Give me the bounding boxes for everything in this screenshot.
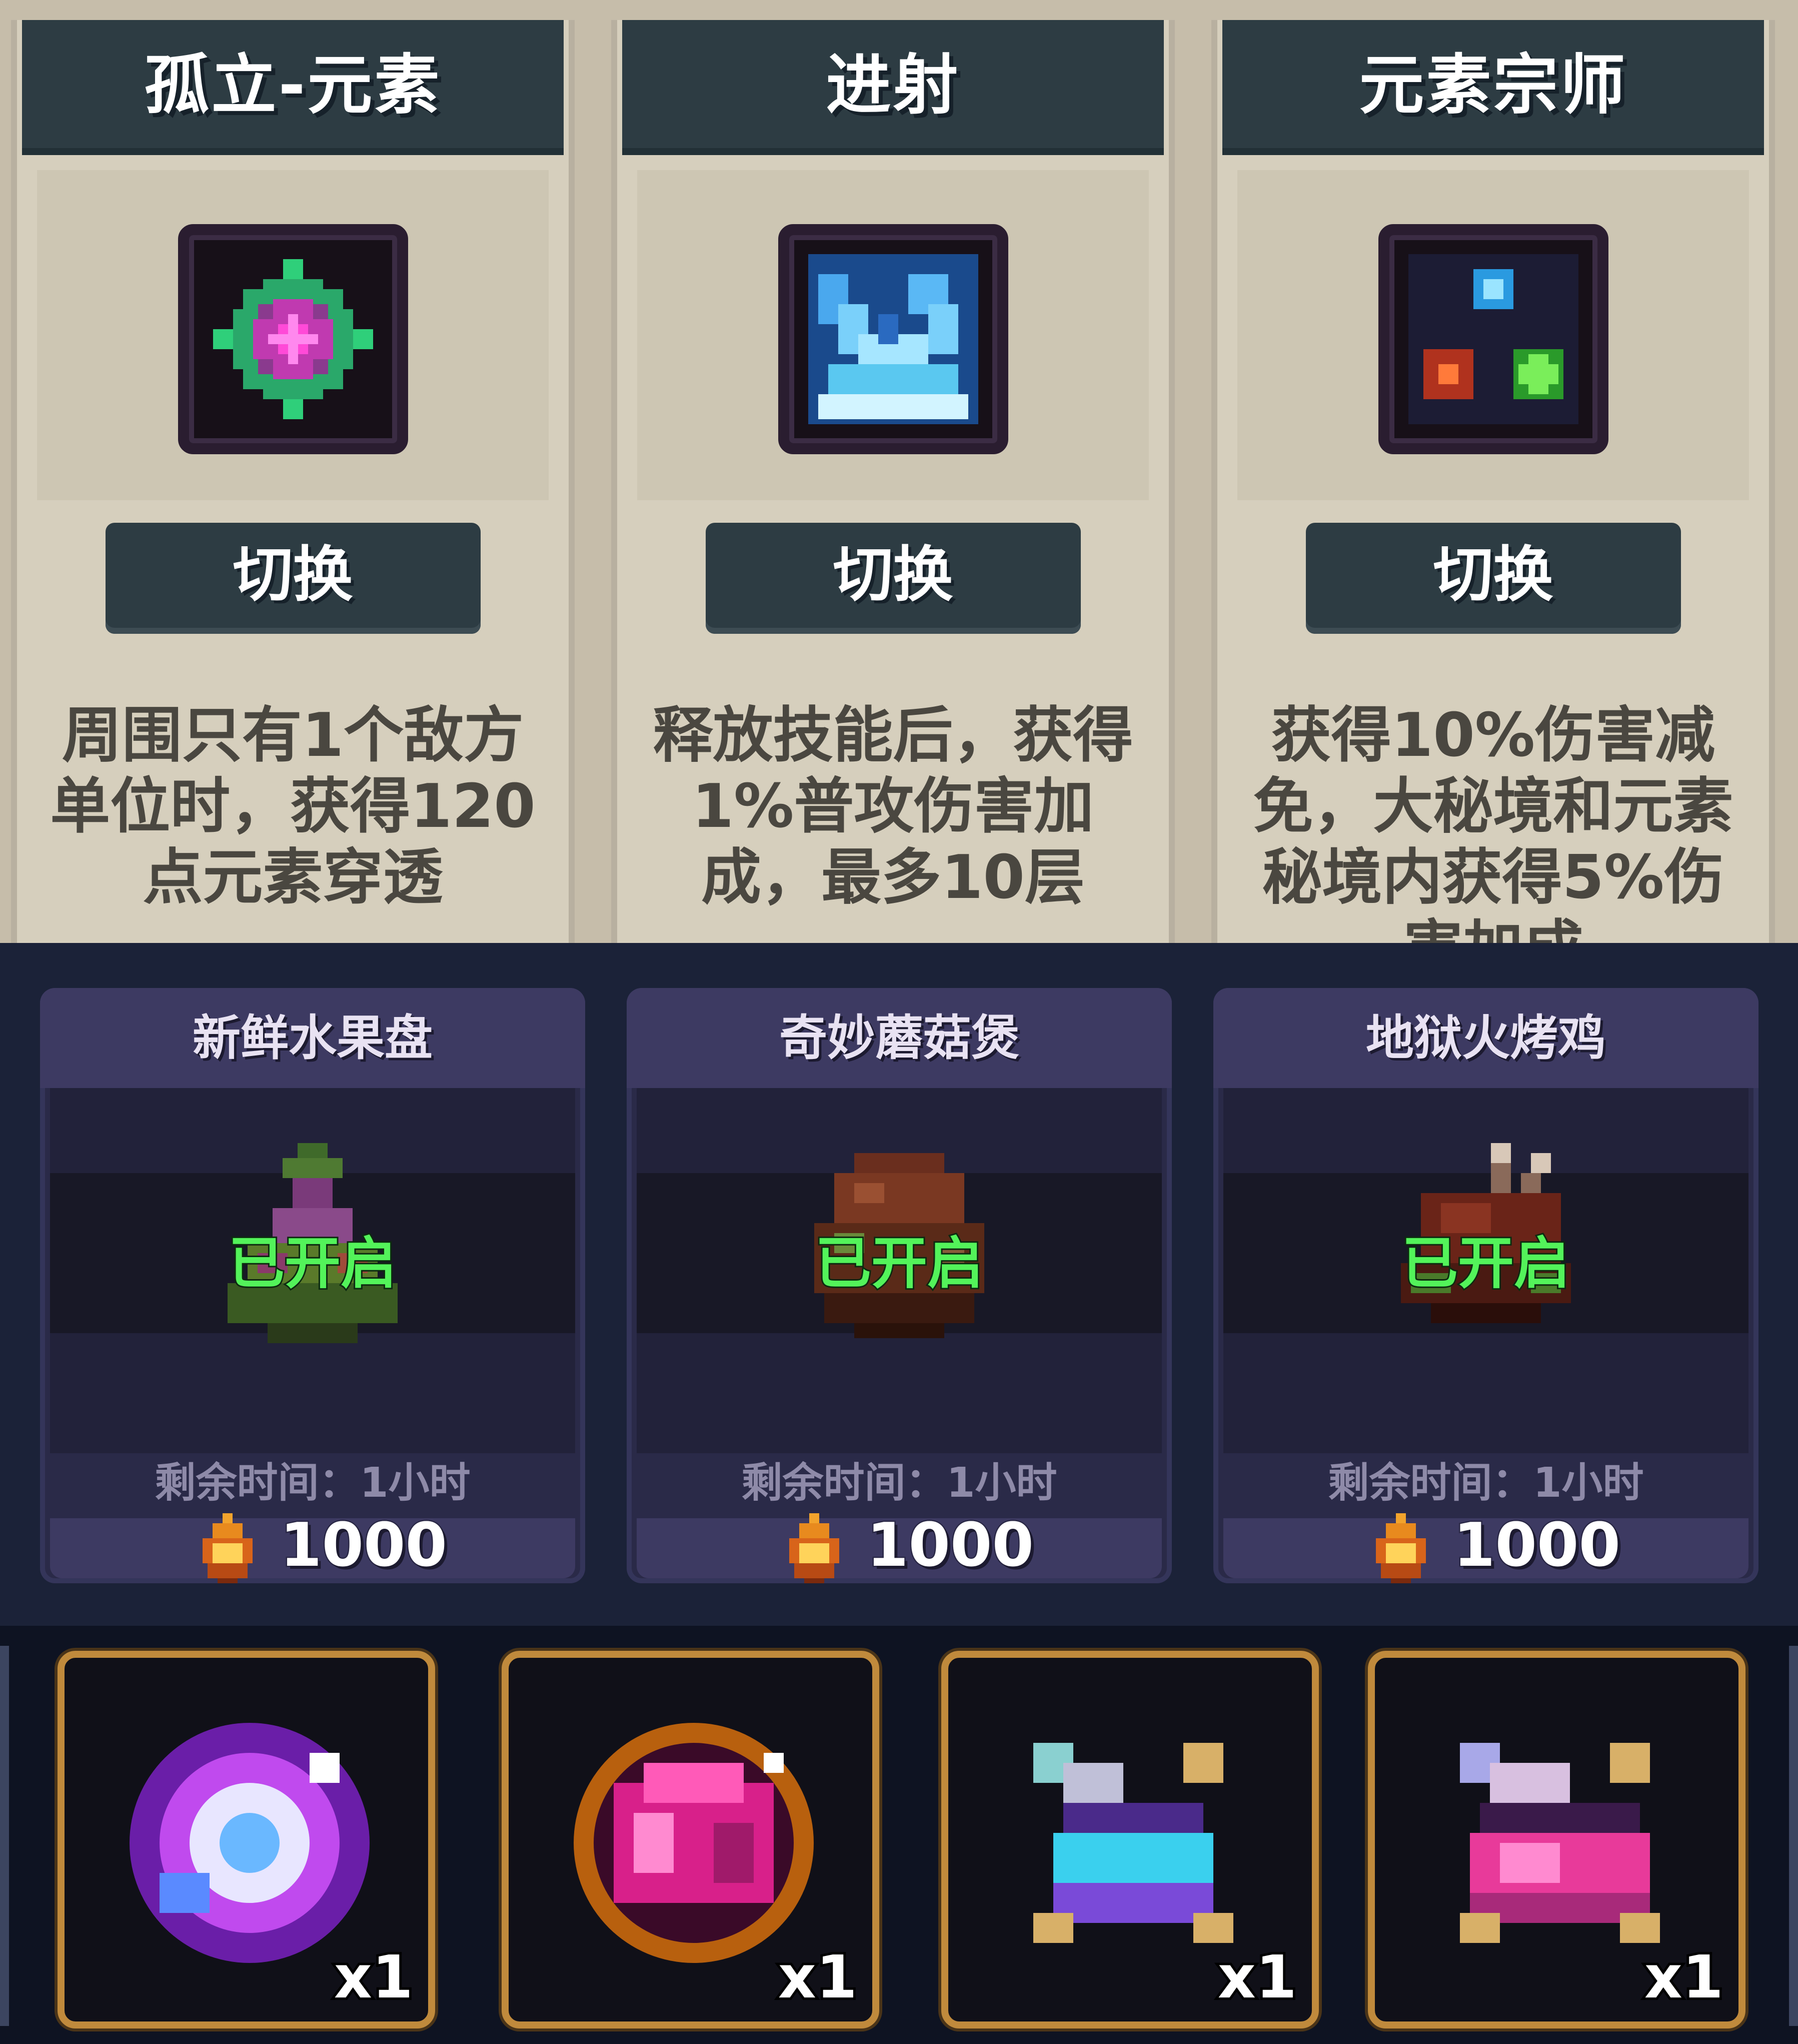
talent-header: 孤立-元素 [22, 20, 564, 155]
talent-icon-well [1237, 170, 1749, 500]
food-price-button[interactable]: 1000 [1223, 1510, 1748, 1583]
talent-title: 进射 [826, 47, 960, 123]
food-header: 奇妙蘑菇煲 [627, 988, 1172, 1088]
food-status: 已开启 [814, 1230, 985, 1298]
splash-shot-icon [778, 224, 1008, 454]
item-bar: x1 x1 x1 x1 [0, 1626, 1798, 2044]
talent-panel: 孤立-元素 切换 周围只有1个敌方单位时，获得120点元素穿透 进射 切换 释放… [0, 0, 1798, 983]
food-price: 1000 [279, 1510, 449, 1582]
talent-header: 元素宗师 [1222, 20, 1764, 155]
purple-orb-icon [130, 1723, 370, 1963]
food-panel: 新鲜水果盘 已开启 剩余时间：1小时 1000 奇妙蘑菇煲 已开启 剩余时间：1… [0, 943, 1798, 1626]
talent-card: 孤立-元素 切换 周围只有1个敌方单位时，获得120点元素穿透 [11, 20, 575, 943]
item-slot[interactable]: x1 [502, 1651, 879, 2028]
item-slot[interactable]: x1 [1368, 1651, 1745, 2028]
switch-label: 切换 [1433, 540, 1553, 610]
food-header: 新鲜水果盘 [40, 988, 585, 1088]
food-title: 奇妙蘑菇煲 [779, 1010, 1019, 1066]
talent-card: 元素宗师 切换 获得10%伤害减免，大秘境和元素秘境内获得5%伤害加成 [1211, 20, 1775, 983]
element-master-icon [1378, 224, 1608, 454]
food-timer: 剩余时间：1小时 [741, 1459, 1057, 1507]
talent-icon-well [37, 170, 549, 500]
element-isolate-icon [178, 224, 408, 454]
pink-crystal-icon [574, 1723, 814, 1963]
food-status: 已开启 [227, 1230, 398, 1298]
food-body: 已开启 [1223, 1088, 1748, 1453]
switch-label: 切换 [833, 540, 953, 610]
food-status: 已开启 [1400, 1230, 1571, 1298]
food-price: 1000 [1452, 1510, 1622, 1582]
food-title: 地狱火烤鸡 [1366, 1010, 1606, 1066]
item-quantity: x1 [1215, 1940, 1299, 2014]
scroll-edge-right [1789, 1646, 1798, 2026]
talent-description: 释放技能后，获得1%普攻伤害加成，最多10层 [653, 701, 1133, 912]
switch-button[interactable]: 切换 [1305, 523, 1681, 634]
scroll-edge-left [0, 1646, 9, 2026]
flame-gem-icon [203, 1513, 253, 1583]
food-price: 1000 [866, 1510, 1035, 1582]
talent-description: 获得10%伤害减免，大秘境和元素秘境内获得5%伤害加成 [1253, 701, 1733, 983]
pink-potion-chest-icon [1460, 1743, 1660, 1943]
food-price-button[interactable]: 1000 [637, 1510, 1162, 1583]
switch-label: 切换 [233, 540, 353, 610]
flame-gem-icon [1376, 1513, 1426, 1583]
item-quantity: x1 [332, 1940, 416, 2014]
food-header: 地狱火烤鸡 [1213, 988, 1758, 1088]
talent-header: 进射 [622, 20, 1164, 155]
blue-potion-chest-icon [1033, 1743, 1233, 1943]
talent-card: 进射 切换 释放技能后，获得1%普攻伤害加成，最多10层 [611, 20, 1175, 943]
switch-button[interactable]: 切换 [705, 523, 1081, 634]
food-card[interactable]: 奇妙蘑菇煲 已开启 剩余时间：1小时 1000 [627, 988, 1172, 1583]
food-price-button[interactable]: 1000 [50, 1510, 575, 1583]
food-timer: 剩余时间：1小时 [1328, 1459, 1644, 1507]
food-body: 已开启 [637, 1088, 1162, 1453]
flame-gem-icon [789, 1513, 839, 1583]
item-quantity: x1 [1642, 1940, 1726, 2014]
item-quantity: x1 [776, 1940, 860, 2014]
item-slot[interactable]: x1 [941, 1651, 1319, 2028]
food-title: 新鲜水果盘 [193, 1010, 433, 1066]
food-body: 已开启 [50, 1088, 575, 1453]
talent-icon-well [637, 170, 1149, 500]
food-card[interactable]: 新鲜水果盘 已开启 剩余时间：1小时 1000 [40, 988, 585, 1583]
talent-title: 孤立-元素 [144, 47, 442, 123]
food-card[interactable]: 地狱火烤鸡 已开启 剩余时间：1小时 1000 [1213, 988, 1758, 1583]
switch-button[interactable]: 切换 [105, 523, 481, 634]
talent-description: 周围只有1个敌方单位时，获得120点元素穿透 [50, 701, 536, 912]
talent-title: 元素宗师 [1359, 47, 1627, 123]
item-slot[interactable]: x1 [58, 1651, 435, 2028]
food-timer: 剩余时间：1小时 [155, 1459, 471, 1507]
